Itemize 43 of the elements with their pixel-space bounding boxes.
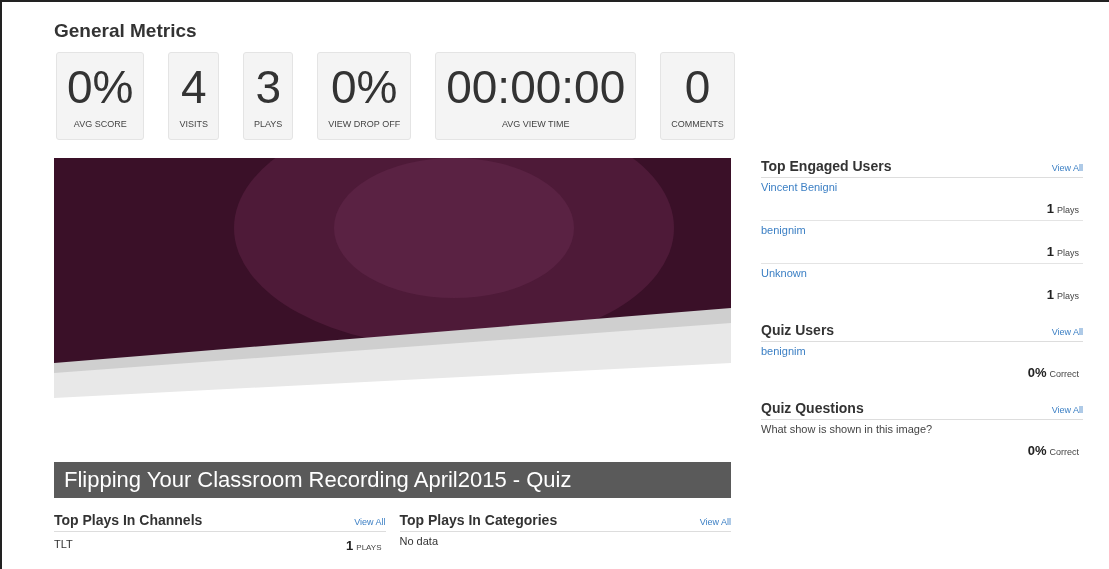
- unit-label: PLAYS: [356, 543, 382, 552]
- metric-value: 3: [255, 61, 281, 113]
- metric-value: 00:00:00: [446, 61, 626, 113]
- unit-label: Plays: [1057, 291, 1079, 301]
- view-all-link[interactable]: View All: [1051, 327, 1083, 337]
- metric-label: COMMENTS: [671, 119, 724, 129]
- count: 0%: [1027, 443, 1047, 458]
- page-title: General Metrics: [54, 20, 198, 42]
- count: 1: [1046, 287, 1054, 302]
- unit-label: Plays: [1057, 205, 1079, 215]
- metric-label: AVG SCORE: [73, 119, 127, 129]
- panel-title: Quiz Questions: [761, 400, 864, 416]
- view-all-link[interactable]: View All: [699, 517, 731, 527]
- count: 1: [1046, 201, 1054, 216]
- user-link[interactable]: benignim: [761, 345, 806, 380]
- metric-value: 0: [684, 61, 711, 113]
- unit-label: Correct: [1049, 447, 1079, 457]
- panel-title: Top Plays In Channels: [54, 512, 203, 528]
- view-all-link[interactable]: View All: [1051, 163, 1083, 173]
- unit-label: Correct: [1049, 369, 1079, 379]
- metric-label: VIEW DROP OFF: [328, 119, 401, 129]
- view-all-link[interactable]: View All: [1051, 405, 1083, 415]
- count: 1: [1046, 244, 1054, 259]
- view-all-link[interactable]: View All: [354, 517, 386, 527]
- user-link[interactable]: Unknown: [761, 267, 807, 302]
- metric-value: 0%: [67, 61, 134, 113]
- media-title-bar: Flipping Your Classroom Recording April2015 - Quiz: [54, 462, 731, 498]
- metric-value: 4: [180, 61, 207, 113]
- user-link[interactable]: benignim: [761, 224, 806, 259]
- metric-label: VISITS: [179, 119, 208, 129]
- unit-label: Plays: [1057, 248, 1079, 258]
- metric-value: 0%: [331, 61, 398, 113]
- user-link[interactable]: Vincent Benigni: [761, 181, 838, 216]
- metric-label: AVG VIEW TIME: [501, 119, 570, 129]
- channel-name: TLT: [54, 537, 73, 552]
- count: 0%: [1027, 365, 1047, 380]
- metric-label: PLAYS: [254, 119, 283, 129]
- panel-title: Quiz Users: [761, 322, 835, 338]
- question-text: What show is shown in this image?: [761, 423, 933, 437]
- count: 1: [346, 538, 354, 553]
- empty-message: No data: [399, 534, 440, 549]
- panel-title: Top Engaged Users: [761, 158, 892, 174]
- panel-title: Top Plays In Categories: [399, 512, 558, 528]
